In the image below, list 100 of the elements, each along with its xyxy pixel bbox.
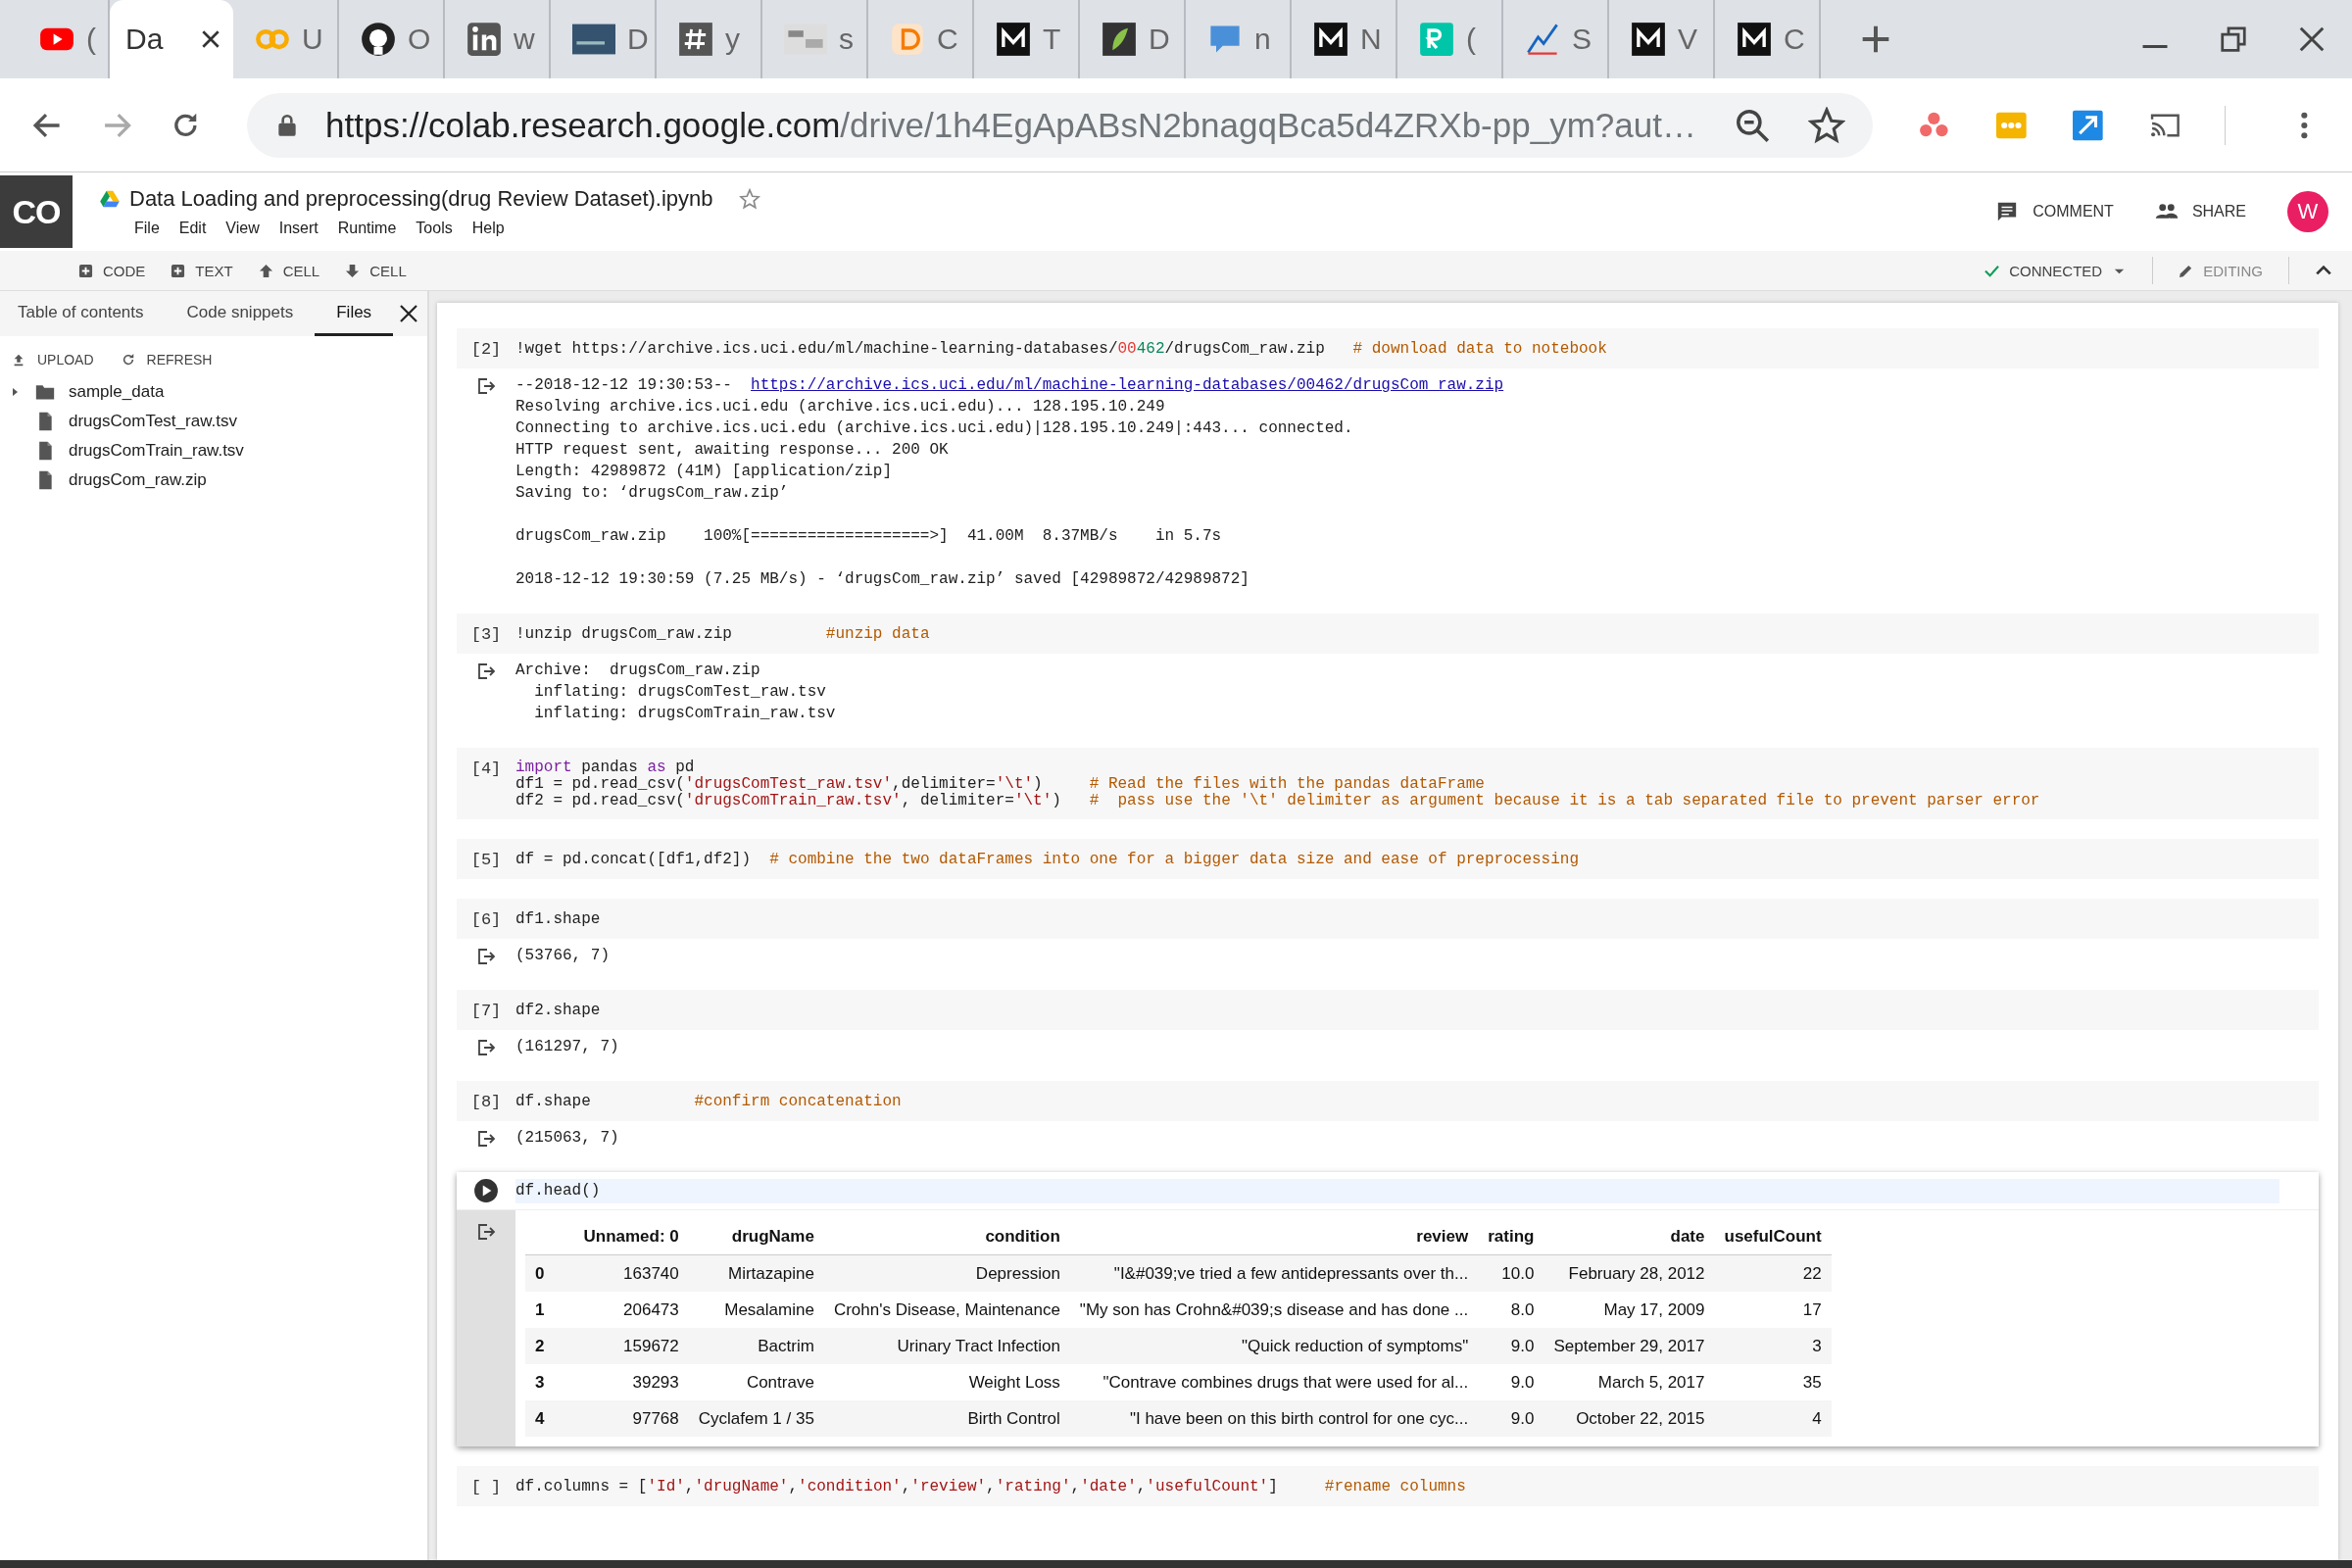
output-line: (53766, 7): [515, 946, 610, 966]
output-line: Archive: drugsCom_raw.zip: [515, 661, 761, 681]
browser-tab[interactable]: Da: [110, 0, 233, 78]
menu-item[interactable]: Insert: [278, 220, 318, 237]
code-cell[interactable]: [3] !unzip drugsCom_raw.zip #unzip data: [457, 613, 2319, 654]
output-icon[interactable]: [476, 376, 496, 396]
header-action[interactable]: COMMENT: [1995, 201, 2114, 222]
browser-tab[interactable]: s: [762, 0, 868, 78]
close-icon[interactable]: [399, 304, 419, 323]
tab-title: C: [937, 23, 958, 56]
folder-icon: [35, 382, 55, 402]
tab-title: (: [1466, 23, 1476, 56]
browser-tab[interactable]: U: [233, 0, 339, 78]
file-tree-row[interactable]: drugsComTest_raw.tsv: [0, 407, 427, 436]
menu-item[interactable]: File: [134, 220, 160, 237]
file-tree-row[interactable]: sample_data: [0, 377, 427, 407]
run-button[interactable]: [473, 1178, 499, 1203]
browser-tab[interactable]: T: [974, 0, 1080, 78]
browser-tab[interactable]: C: [1715, 0, 1821, 78]
code-cell[interactable]: df.head(): [457, 1172, 2319, 1209]
caret-icon[interactable]: [10, 387, 20, 397]
table-cell: 8.0: [1478, 1292, 1544, 1328]
code-line: !wget https://archive.ics.uci.edu/ml/machine-learning-databases/00462/drugsCom_raw.zip # download data to notebook: [515, 341, 1608, 358]
browser-tab[interactable]: D: [1080, 0, 1186, 78]
browser-tab[interactable]: D: [551, 0, 657, 78]
menu-item[interactable]: Tools: [416, 220, 453, 237]
toolbar-button[interactable]: TEXT: [171, 262, 233, 279]
browser-tab[interactable]: y: [657, 0, 762, 78]
restore-icon[interactable]: [2219, 24, 2248, 54]
browser-tab[interactable]: (: [1397, 0, 1503, 78]
rounded-badge-icon: [890, 22, 925, 57]
star-icon[interactable]: [1807, 106, 1845, 144]
square-logo-icon: [1419, 22, 1454, 57]
address-field[interactable]: https://colab.research.google.com/drive/1h4EgApABsN2bnagqBca5d4ZRXb-pp_ym?aut…: [247, 92, 1873, 158]
notebook-title[interactable]: Data Loading and preprocessing(drug Review Dataset).ipynb: [129, 186, 713, 212]
avatar[interactable]: W: [2287, 191, 2328, 232]
output-icon[interactable]: [476, 1129, 496, 1149]
file-tree-row[interactable]: drugsCom_raw.zip: [0, 466, 427, 495]
code-line: df1 = pd.read_csv('drugsComTest_raw.tsv',delimiter='\t') # Read the files with the pandas dataFrame: [515, 776, 1486, 793]
toolbar-button[interactable]: CELL: [345, 262, 407, 279]
sidebar-tab[interactable]: Code snippets: [165, 291, 316, 336]
code-cell[interactable]: [7] df2.shape: [457, 990, 2319, 1030]
browser-tab[interactable]: V: [1609, 0, 1715, 78]
output-icon[interactable]: [476, 1222, 496, 1242]
column-header: condition: [823, 1218, 1070, 1255]
code-cell[interactable]: [5] df = pd.concat([df1,df2]) # combine the two dataFrames into one for a bigger data size and ease of preprocessing: [457, 839, 2319, 879]
tab-title: D: [1149, 23, 1170, 56]
tab-title: n: [1254, 23, 1271, 56]
browser-tab[interactable]: O: [339, 0, 445, 78]
output-line: Resolving archive.ics.uci.edu (archive.ics.uci.edu)... 128.195.10.249: [515, 397, 1166, 417]
table-cell: 17: [1714, 1292, 1832, 1328]
star-icon[interactable]: [738, 188, 760, 210]
tab-title: (: [86, 23, 96, 56]
code-cell[interactable]: [2] !wget https://archive.ics.uci.edu/ml/machine-learning-databases/00462/drugsCom_raw.zip # download data to notebook: [457, 328, 2319, 368]
close-icon[interactable]: [200, 28, 221, 50]
close-icon[interactable]: [2297, 24, 2327, 54]
sidebar-action[interactable]: UPLOAD: [12, 352, 94, 368]
sidebar-action[interactable]: REFRESH: [121, 352, 213, 368]
code-line: !unzip drugsCom_raw.zip #unzip data: [515, 626, 931, 643]
column-header: usefulCount: [1714, 1218, 1832, 1255]
browser-tab[interactable]: n: [1186, 0, 1292, 78]
new-tab-icon[interactable]: [1860, 24, 1891, 55]
code-cell[interactable]: [ ] df.columns = ['Id','drugName','condition','review','rating','date','usefulCount'] #rename columns: [457, 1466, 2319, 1506]
code-cell[interactable]: [6] df1.shape: [457, 899, 2319, 939]
tab-title: C: [1784, 23, 1805, 56]
output-icon[interactable]: [476, 1038, 496, 1057]
output-icon[interactable]: [476, 662, 496, 681]
menu-item[interactable]: Runtime: [337, 220, 397, 237]
logo[interactable]: CO: [0, 175, 73, 248]
header-action[interactable]: SHARE: [2154, 201, 2246, 222]
toolbar-button[interactable]: CELL: [258, 262, 320, 279]
table-cell: Contrave: [688, 1364, 824, 1400]
file-tree-row[interactable]: drugsComTrain_raw.tsv: [0, 436, 427, 466]
menu-item[interactable]: View: [225, 220, 260, 237]
table-cell: 9.0: [1478, 1400, 1544, 1437]
browser-tab[interactable]: N: [1292, 0, 1397, 78]
tab-title: T: [1043, 23, 1061, 56]
cell-prompt: [7]: [470, 1001, 502, 1020]
tab-title: V: [1678, 23, 1697, 56]
browser-tab[interactable]: w: [445, 0, 551, 78]
menu-item[interactable]: Edit: [178, 220, 207, 237]
sidebar-tab[interactable]: Table of contents: [18, 291, 166, 336]
table-cell: Birth Control: [823, 1400, 1070, 1437]
connection-status[interactable]: CONNECTED: [1984, 262, 2128, 279]
table-cell: 39293: [573, 1364, 689, 1400]
browser-tab[interactable]: S: [1503, 0, 1609, 78]
output-icon[interactable]: [476, 947, 496, 966]
output-link[interactable]: https://archive.ics.uci.edu/ml/machine-learning-databases/00462/drugsCom_raw.zip: [751, 376, 1504, 394]
code-cell[interactable]: [8] df.shape #confirm concatenation: [457, 1081, 2319, 1121]
profile-square-icon: [466, 22, 502, 57]
menu-item[interactable]: Help: [471, 220, 505, 237]
table-cell: Crohn's Disease, Maintenance: [823, 1292, 1070, 1328]
sidebar-tab[interactable]: Files: [315, 291, 394, 336]
browser-tab[interactable]: C: [868, 0, 974, 78]
cell-prompt: [6]: [470, 909, 502, 929]
toolbar-button[interactable]: CODE: [78, 262, 146, 279]
table-cell: September 29, 2017: [1544, 1328, 1715, 1364]
table-cell: 97768: [573, 1400, 689, 1437]
output-line: --2018-12-12 19:30:53-- https://archive.ics.uci.edu/ml/machine-learning-databases/00462/drugsCom_raw.zip: [515, 375, 1504, 396]
output-line: Connecting to archive.ics.uci.edu (archive.ics.uci.edu)|128.195.10.249|:443... connected.: [515, 418, 1354, 439]
